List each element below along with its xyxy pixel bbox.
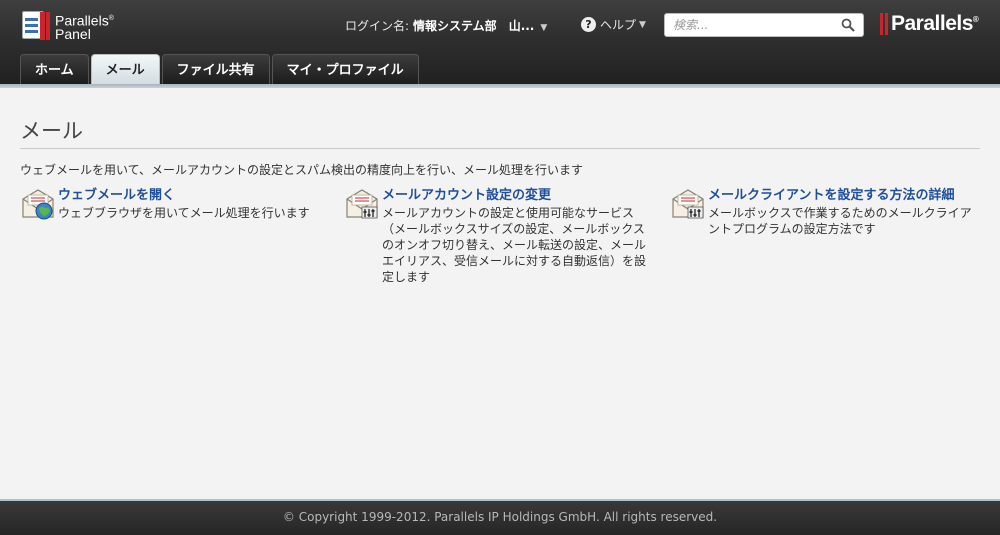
main-content: メール ウェブメールを用いて、メールアカウントの設定とスパム検出の精度向上を行い… (0, 88, 1000, 499)
login-label: ログイン名: (345, 19, 410, 33)
main-tabs: ホーム メール ファイル共有 マイ・プロファイル (20, 54, 419, 84)
mail-account-settings-description: メールアカウントの設定と使用可能なサービス（メールボックスサイズの設定、メールボ… (382, 206, 647, 284)
login-user: 情報システム部 山... (413, 19, 535, 33)
page-footer: © Copyright 1999-2012. Parallels IP Hold… (0, 499, 1000, 535)
tool-open-webmail: ウェブメールを開く ウェブブラウザを用いてメール処理を行います (21, 187, 323, 221)
search-icon[interactable] (841, 18, 855, 32)
open-webmail-link[interactable]: ウェブメールを開く (58, 187, 323, 205)
help-label: ヘルプ (600, 18, 637, 32)
open-webmail-description: ウェブブラウザを用いてメール処理を行います (58, 206, 310, 220)
panel-logo-icon (20, 10, 52, 42)
tab-file-sharing[interactable]: ファイル共有 (161, 54, 270, 84)
panel-logo-text: Parallels® Panel (55, 12, 114, 42)
mail-settings-icon[interactable] (345, 187, 379, 221)
tab-mail[interactable]: メール (90, 54, 160, 84)
chevron-down-icon: ▼ (540, 23, 548, 33)
brand-word: Parallels (891, 12, 973, 35)
chevron-down-icon: ▼ (639, 19, 646, 30)
top-header: Parallels® Panel ログイン名: 情報システム部 山... ▼ ? ヘ… (0, 0, 1000, 88)
page-description: ウェブメールを用いて、メールアカウントの設定とスパム検出の精度向上を行い、メール… (20, 163, 584, 177)
tab-home[interactable]: ホーム (20, 54, 89, 84)
tab-my-profile[interactable]: マイ・プロファイル (271, 54, 419, 84)
copyright-text: © Copyright 1999-2012. Parallels IP Hold… (282, 510, 718, 524)
help-icon: ? (581, 17, 596, 32)
search-input[interactable] (665, 14, 835, 36)
title-divider (20, 148, 980, 149)
panel-logo[interactable]: Parallels® Panel (20, 10, 114, 42)
parallels-bars-icon (880, 13, 888, 35)
tool-mail-account-settings: メールアカウント設定の変更 メールアカウントの設定と使用可能なサービス（メールボ… (345, 187, 647, 285)
tool-mail-client-setup: メールクライアントを設定する方法の詳細 メールボックスで作業するためのメールクラ… (671, 187, 973, 237)
parallels-brand-logo: Parallels® (880, 12, 979, 36)
mail-client-setup-link[interactable]: メールクライアントを設定する方法の詳細 (708, 187, 973, 205)
page-title: メール (20, 119, 83, 143)
mail-account-settings-link[interactable]: メールアカウント設定の変更 (382, 187, 647, 205)
help-menu[interactable]: ? ヘルプ ▼ (581, 16, 646, 33)
mail-client-settings-icon[interactable] (671, 187, 705, 221)
webmail-icon[interactable] (21, 187, 55, 221)
logo-line2: Panel (55, 25, 91, 42)
search-box (664, 13, 864, 37)
mail-client-setup-description: メールボックスで作業するためのメールクライアントプログラムの設定方法です (708, 206, 972, 236)
login-menu[interactable]: ログイン名: 情報システム部 山... ▼ (345, 17, 547, 34)
